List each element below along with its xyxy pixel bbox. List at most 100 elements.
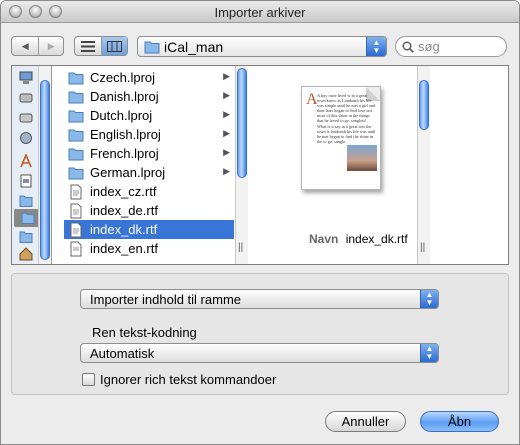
encoding-label: Ren tekst-kodning	[92, 325, 197, 340]
import-content-popup[interactable]: Importer indhold til ramme ▲ ▼	[80, 289, 439, 309]
file-browser: Czech.lproj ▶ Danish.lproj ▶ Dutch.lproj…	[11, 65, 509, 265]
popup-arrows-icon: ▲ ▼	[366, 37, 386, 56]
list-item[interactable]: French.lproj ▶	[64, 144, 234, 163]
list-item-label: Danish.lproj	[90, 89, 159, 104]
network-icon[interactable]	[18, 130, 34, 146]
import-dialog-window: Importer arkiver ◀ ▶ iCal_man ▲ ▼ søg Cz…	[0, 0, 520, 445]
dropcap-letter: A	[306, 91, 318, 108]
list-item[interactable]: Czech.lproj ▶	[64, 68, 234, 87]
list-item[interactable]: Danish.lproj ▶	[64, 87, 234, 106]
list-item[interactable]: index_de.rtf	[64, 201, 234, 220]
window-title: Importer arkiver	[214, 5, 306, 20]
folder-icon	[144, 41, 160, 54]
import-content-value: Importer indhold til ramme	[90, 292, 241, 307]
title-bar: Importer arkiver	[1, 1, 519, 23]
disclosure-arrow-icon: ▶	[223, 166, 230, 176]
list-item-label: index_de.rtf	[90, 203, 158, 218]
view-mode-control	[74, 36, 128, 56]
preview-photo	[347, 145, 377, 171]
list-item[interactable]: English.lproj ▶	[64, 125, 234, 144]
column-view-button[interactable]	[101, 37, 127, 55]
sidebar-scroll-thumb[interactable]	[40, 80, 50, 260]
current-folder-name: iCal_man	[164, 39, 224, 55]
folder-icon	[68, 148, 84, 160]
search-icon	[402, 41, 414, 53]
list-item-label: index_cz.rtf	[90, 184, 157, 199]
popup-arrows-icon: ▲ ▼	[420, 290, 438, 308]
encoding-popup[interactable]: Automatisk ▲ ▼	[80, 343, 439, 363]
search-field[interactable]: søg	[395, 36, 507, 57]
preview-scroll-thumb[interactable]	[419, 80, 429, 130]
preview-name-row: Navn index_dk.rtf	[309, 232, 408, 246]
ignore-rich-text-checkbox[interactable]: Ignorer rich tekst kommandoer	[82, 372, 276, 387]
applications-icon[interactable]	[18, 153, 34, 169]
home-icon[interactable]	[18, 246, 34, 262]
resize-handle-icon[interactable]: ||	[238, 242, 243, 253]
column-view-icon	[107, 40, 123, 52]
folder-icon	[68, 167, 84, 179]
toolbar: ◀ ▶ iCal_man ▲ ▼ søg	[1, 24, 519, 64]
computer-icon[interactable]	[18, 70, 34, 86]
cancel-button[interactable]: Annuller	[325, 411, 406, 432]
list-item[interactable]: index_en.rtf	[64, 239, 234, 258]
folder-icon	[68, 91, 84, 103]
list-item-selected[interactable]: index_dk.rtf	[64, 220, 234, 239]
encoding-value: Automatisk	[90, 346, 155, 361]
list-item-label: English.lproj	[90, 127, 161, 142]
preview-name-value: index_dk.rtf	[345, 232, 408, 246]
file-column: Czech.lproj ▶ Danish.lproj ▶ Dutch.lproj…	[64, 66, 248, 264]
disclosure-arrow-icon: ▶	[223, 90, 230, 100]
disk-icon[interactable]	[18, 110, 34, 126]
list-item[interactable]: Dutch.lproj ▶	[64, 106, 234, 125]
disclosure-arrow-icon: ▶	[223, 109, 230, 119]
forward-button[interactable]: ▶	[38, 37, 63, 55]
ignore-rich-text-label: Ignorer rich tekst kommandoer	[100, 372, 277, 387]
disclosure-arrow-icon: ▶	[223, 147, 230, 157]
preview-pane: A A boy once lived w in a great town kno…	[249, 66, 431, 264]
back-arrow-icon: ◀	[21, 40, 29, 51]
list-view-button[interactable]	[75, 37, 101, 55]
rtf-document-icon	[70, 222, 82, 237]
folder-icon[interactable]	[18, 193, 34, 209]
back-button[interactable]: ◀	[12, 37, 38, 55]
folder-icon	[68, 129, 84, 141]
list-item-label: Czech.lproj	[90, 70, 156, 85]
folder-icon[interactable]	[18, 229, 34, 245]
list-item-label: Dutch.lproj	[90, 108, 153, 123]
folder-path-popup[interactable]: iCal_man ▲ ▼	[137, 36, 387, 57]
file-column-scrollbar[interactable]: ||	[235, 66, 248, 264]
list-item-label: index_en.rtf	[90, 241, 158, 256]
file-column-scroll-thumb[interactable]	[237, 68, 247, 178]
list-view-icon	[81, 40, 96, 52]
rtf-document-icon	[70, 184, 82, 199]
popup-arrows-icon: ▲ ▼	[420, 344, 438, 362]
sidebar-scrollbar[interactable]	[38, 66, 51, 264]
preview-scrollbar[interactable]: ||	[417, 66, 430, 264]
list-item-label: French.lproj	[90, 146, 159, 161]
resize-handle-icon[interactable]: ||	[420, 242, 425, 253]
rtf-document-icon	[70, 203, 82, 218]
cancel-button-label: Annuller	[341, 414, 390, 429]
search-placeholder: søg	[418, 39, 440, 54]
checkbox-box[interactable]	[82, 373, 95, 386]
open-button-label: Åbn	[447, 414, 472, 429]
list-item-label: index_dk.rtf	[90, 222, 158, 237]
disclosure-arrow-icon: ▶	[223, 128, 230, 138]
sidebar	[12, 66, 52, 264]
folder-icon	[68, 110, 84, 122]
documents-icon[interactable]	[18, 173, 34, 189]
list-item[interactable]: German.lproj ▶	[64, 163, 234, 182]
disclosure-arrow-icon: ▶	[223, 71, 230, 81]
disk-icon[interactable]	[18, 90, 34, 106]
preview-doc-text: A boy once lived w in a great town know …	[317, 93, 376, 144]
list-item[interactable]: index_cz.rtf	[64, 182, 234, 201]
open-button[interactable]: Åbn	[420, 411, 499, 432]
rtf-document-icon	[70, 241, 82, 256]
list-item-label: German.lproj	[90, 165, 166, 180]
import-options-panel: Importer indhold til ramme ▲ ▼ Ren tekst-…	[11, 273, 509, 395]
folder-icon	[68, 72, 84, 84]
forward-arrow-icon: ▶	[47, 40, 55, 51]
preview-name-label: Navn	[309, 232, 339, 246]
document-preview-icon: A A boy once lived w in a great town kno…	[301, 86, 381, 190]
back-forward-control: ◀ ▶	[11, 36, 64, 56]
